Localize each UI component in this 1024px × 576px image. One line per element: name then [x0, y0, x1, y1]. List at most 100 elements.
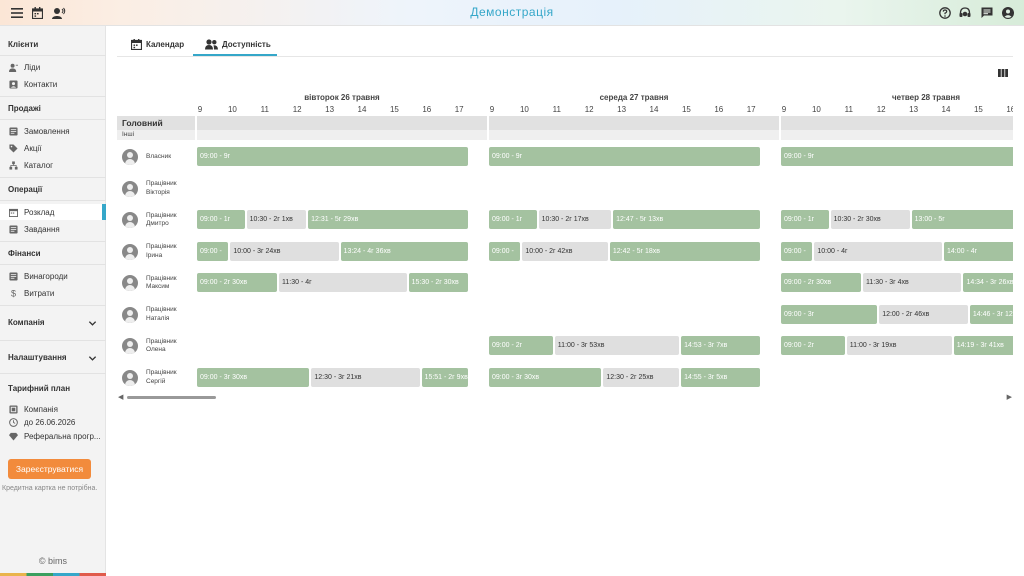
sidebar-settings-title: Налаштування	[8, 353, 67, 362]
chat-icon[interactable]	[978, 4, 996, 22]
hour-label: 11	[552, 105, 561, 114]
available-slot[interactable]: 09:00 - 3г	[781, 304, 878, 324]
calendar-icon	[131, 39, 142, 50]
support-icon[interactable]	[956, 4, 974, 22]
sidebar-item-label: Винагороди	[24, 271, 68, 281]
diamond-icon	[9, 432, 18, 441]
tab-calendar[interactable]: Календар	[131, 33, 184, 56]
available-slot[interactable]: 09:00 - 1г	[781, 210, 829, 229]
available-slot[interactable]: 12:47 - 5г 13хв	[613, 210, 761, 229]
booked-slot[interactable]: 12:00 - 2г 46хв	[879, 304, 968, 324]
available-slot[interactable]: 09:00 - 2г	[489, 336, 553, 355]
booked-slot[interactable]: 10:30 - 2г 1хв	[246, 210, 307, 229]
register-note: Кредитна картка не потрібна.	[2, 485, 98, 492]
sidebar-divider	[0, 119, 106, 120]
sidebar-item-contacts[interactable]: Контакти	[0, 76, 106, 92]
sidebar-item-leads[interactable]: Ліди	[0, 59, 106, 75]
tab-active-indicator	[193, 54, 277, 56]
available-slot[interactable]: 12:31 - 5г 29хв	[308, 210, 469, 229]
available-slot[interactable]: 09:00 - 2г	[781, 336, 845, 355]
sidebar-item-tasks[interactable]: Завдання	[0, 221, 106, 237]
booked-slot[interactable]: 11:00 - 3г 19хв	[846, 336, 952, 355]
scroll-left-icon[interactable]: ◀	[118, 393, 123, 401]
columns-icon[interactable]	[998, 68, 1008, 78]
booked-slot[interactable]: 11:00 - 3г 53хв	[554, 336, 680, 355]
available-slot[interactable]: 09:00 -	[197, 241, 229, 261]
sidebar-item-expenses[interactable]: $ Витрати	[0, 285, 106, 301]
clock-icon	[9, 417, 18, 427]
available-slot[interactable]: 12:42 - 5г 18хв	[609, 241, 761, 261]
available-slot[interactable]: 09:00 -	[489, 241, 521, 261]
available-slot[interactable]: 09:00 - 3г 30хв	[489, 367, 602, 387]
available-slot[interactable]: 14:46 - 3г 12хв	[969, 304, 1013, 324]
tab-availability[interactable]: Доступність	[205, 33, 271, 56]
person-name: Власник	[146, 152, 172, 160]
available-slot[interactable]: 09:00 - 2г 30хв	[197, 273, 277, 292]
available-slot[interactable]: 15:51 - 2г 9хв	[421, 367, 469, 387]
account-icon[interactable]	[999, 4, 1017, 22]
person-row-label: Працівник Олена	[122, 335, 194, 357]
top-bar: Демонстрація	[0, 0, 1024, 26]
booked-slot[interactable]: 11:30 - 4г	[279, 273, 407, 292]
sidebar-section-plan: Тарифний план	[8, 384, 71, 393]
booked-slot[interactable]: 11:30 - 3г 4хв	[863, 273, 962, 292]
available-slot[interactable]: 09:00 - 9г	[781, 147, 1013, 166]
plan-referral[interactable]: Реферальна прогр...	[0, 428, 106, 444]
available-slot[interactable]: 09:00 - 9г	[197, 147, 469, 166]
sidebar-item-rewards[interactable]: Винагороди	[0, 268, 106, 284]
booked-slot[interactable]: 10:00 - 2г 42хв	[522, 241, 608, 261]
available-slot[interactable]: 09:00 -	[781, 241, 813, 261]
available-slot[interactable]: 09:00 - 3г 30хв	[197, 367, 310, 387]
available-slot[interactable]: 09:00 - 9г	[489, 147, 761, 166]
avatar	[122, 369, 138, 386]
sidebar-item-orders[interactable]: Замовлення	[0, 123, 106, 139]
sidebar-item-label: Замовлення	[24, 126, 70, 136]
booked-slot[interactable]: 12:30 - 2г 25хв	[603, 367, 680, 387]
avatar	[122, 180, 138, 197]
hour-label: 9	[781, 105, 787, 114]
contacts-icon	[9, 79, 18, 89]
hour-label: 10	[811, 105, 821, 114]
plan-referral-label: Реферальна прогр...	[24, 431, 101, 441]
sidebar-item-promotions[interactable]: Акції	[0, 140, 106, 156]
register-button[interactable]: Зареєструватися	[8, 459, 91, 479]
day-label: середа 27 травня	[599, 93, 669, 102]
available-slot[interactable]: 14:19 - 3г 41хв	[953, 336, 1013, 355]
available-slot[interactable]: 13:00 - 5г	[911, 210, 1013, 229]
chevron-down-icon	[88, 356, 97, 361]
sidebar-item-schedule[interactable]: Розклад	[0, 204, 106, 220]
person-row-label: Працівник Наталія	[122, 304, 194, 326]
sidebar-item-catalog[interactable]: Каталог	[0, 157, 106, 173]
day-label: четвер 28 травня	[891, 93, 961, 102]
scroll-right-icon[interactable]: ▶	[1007, 393, 1012, 401]
hour-label: 16	[1006, 105, 1013, 114]
hour-label: 11	[260, 105, 269, 114]
day-label: вівторок 26 травня	[304, 93, 380, 102]
available-slot[interactable]: 14:53 - 3г 7хв	[681, 336, 761, 355]
avatar	[122, 306, 138, 323]
sidebar-divider	[0, 373, 106, 374]
tasks-icon	[9, 224, 18, 234]
scrollbar-thumb[interactable]	[127, 396, 216, 399]
available-slot[interactable]: 09:00 - 2г 30хв	[781, 273, 861, 292]
booked-slot[interactable]: 10:30 - 2г 30хв	[830, 210, 910, 229]
horizontal-scrollbar[interactable]: ◀ ▶	[117, 392, 1013, 402]
available-slot[interactable]: 09:00 - 1г	[489, 210, 537, 229]
booked-slot[interactable]: 10:00 - 4г	[814, 241, 942, 261]
person-name: Працівник Вікторія	[146, 180, 177, 196]
available-slot[interactable]: 14:34 - 3г 26хв	[963, 273, 1013, 292]
booked-slot[interactable]: 10:30 - 2г 17хв	[538, 210, 612, 229]
available-slot[interactable]: 15:30 - 2г 30хв	[408, 273, 469, 292]
available-slot[interactable]: 14:00 - 4г	[944, 241, 1013, 261]
help-icon[interactable]	[936, 4, 954, 22]
avatar	[122, 338, 138, 354]
sidebar-divider	[0, 96, 106, 97]
person-row-label: Працівник Дмитро	[122, 209, 194, 231]
booked-slot[interactable]: 10:00 - 3г 24хв	[230, 241, 339, 261]
booked-slot[interactable]: 12:30 - 3г 21хв	[311, 367, 420, 387]
available-slot[interactable]: 13:24 - 4г 36хв	[340, 241, 469, 261]
available-slot[interactable]: 14:55 - 3г 5хв	[681, 367, 761, 387]
available-slot[interactable]: 09:00 - 1г	[197, 210, 245, 229]
sidebar-item-label: Витрати	[24, 288, 55, 298]
tab-availability-label: Доступність	[222, 40, 271, 49]
